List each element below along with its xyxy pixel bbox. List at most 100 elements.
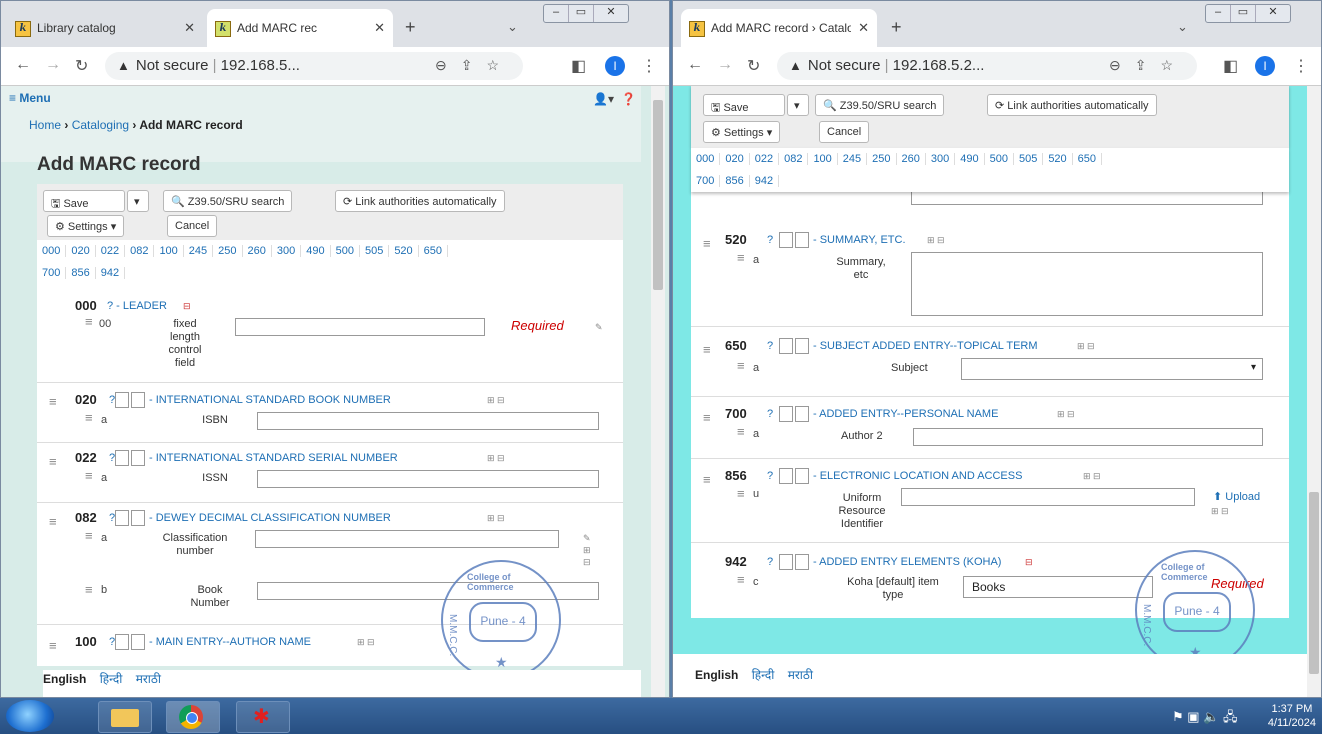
author-2-input[interactable]	[913, 428, 1263, 446]
close-icon[interactable]: ✕	[184, 20, 195, 36]
z3950-search-button[interactable]: 🔍 Z39.50/SRU search	[815, 94, 945, 116]
close-icon[interactable]: ✕	[374, 20, 385, 36]
tag-tab-020[interactable]: 020	[66, 245, 96, 257]
drag-handle-icon[interactable]: ≡	[737, 424, 745, 439]
indicator-1[interactable]	[779, 554, 793, 570]
breadcrumb-cataloging[interactable]: Cataloging	[72, 118, 129, 132]
tag-tab-000[interactable]: 000	[37, 245, 67, 257]
tag-tab-500[interactable]: 500	[330, 245, 360, 257]
drag-handle-icon[interactable]: ≡	[703, 342, 711, 357]
chevron-down-icon[interactable]: ⌄	[1177, 19, 1188, 35]
reload-icon[interactable]: ↻	[75, 56, 88, 76]
chrome-icon[interactable]	[166, 701, 220, 733]
tray-icons[interactable]: ⚑ ▣ 🔈 🖧	[1172, 708, 1237, 730]
link-authorities-button[interactable]: ⟳ Link authorities automatically	[987, 94, 1157, 116]
indicator-1[interactable]	[779, 406, 793, 422]
tag-tab-022[interactable]: 022	[749, 153, 780, 165]
lang-hindi[interactable]: हिन्दी	[752, 668, 775, 682]
address-bar[interactable]: ▲ Not secure | 192.168.5.2... ⊖⇪☆	[777, 52, 1197, 80]
settings-button[interactable]: ⚙ Settings ▾	[703, 121, 781, 143]
forward-icon[interactable]: →	[45, 56, 61, 74]
tag-tab-856[interactable]: 856	[66, 267, 96, 279]
tag-tab-100[interactable]: 100	[154, 245, 184, 257]
forward-icon[interactable]: →	[717, 56, 733, 74]
clock[interactable]: 1:37 PM 4/11/2024	[1268, 702, 1316, 730]
vertical-scrollbar[interactable]	[1307, 86, 1321, 697]
address-bar-icons[interactable]: ⊖⇪☆	[435, 57, 513, 74]
breadcrumb-home[interactable]: Home	[29, 118, 61, 132]
tag-tab-500[interactable]: 500	[984, 153, 1014, 165]
drag-handle-icon[interactable]: ≡	[737, 358, 745, 373]
tab-library-catalog[interactable]: k Library catalog ✕	[7, 9, 203, 47]
tag-tab-650[interactable]: 650	[1072, 153, 1103, 165]
tag-tab-022[interactable]: 022	[95, 245, 126, 257]
new-tab-icon[interactable]: +	[891, 17, 902, 38]
close-icon[interactable]: ✕	[858, 20, 869, 36]
tag-tab-245[interactable]: 245	[183, 245, 214, 257]
tag-tab-520[interactable]: 520	[389, 245, 419, 257]
address-bar-icons[interactable]: ⊖⇪☆	[1109, 57, 1187, 74]
save-button[interactable]: 🖫 Save	[43, 190, 125, 212]
indicator-1[interactable]	[779, 232, 793, 248]
tag-tab-942[interactable]: 942	[749, 175, 780, 187]
tag-tab-082[interactable]: 082	[779, 153, 809, 165]
back-icon[interactable]: ←	[15, 56, 31, 74]
tag-tab-520[interactable]: 520	[1043, 153, 1073, 165]
cancel-button[interactable]: Cancel	[167, 215, 218, 237]
tag-tab-300[interactable]: 300	[925, 153, 956, 165]
back-icon[interactable]: ←	[687, 56, 703, 74]
drag-handle-icon[interactable]: ≡	[703, 410, 711, 425]
drag-handle-icon[interactable]: ≡	[703, 236, 711, 251]
minimize-icon[interactable]: –	[1206, 5, 1231, 22]
lang-english[interactable]: English	[43, 672, 86, 686]
lang-marathi[interactable]: मराठी	[788, 668, 813, 682]
delete-field-icon[interactable]: ⊟	[1025, 557, 1033, 568]
browser-menu-icon[interactable]: ⋮	[641, 56, 657, 76]
help-icon[interactable]: ❓	[621, 92, 636, 106]
indicator-2[interactable]	[131, 450, 145, 466]
save-dropdown-button[interactable]: ▾	[787, 94, 809, 116]
repeat-field-icon[interactable]: ⊞ ⊟	[927, 235, 945, 246]
indicator-1[interactable]	[115, 392, 129, 408]
user-icon[interactable]: 👤▾	[593, 92, 614, 106]
browser-menu-icon[interactable]: ⋮	[1293, 56, 1309, 76]
drag-handle-icon[interactable]: ≡	[737, 250, 745, 265]
tag-tab-700[interactable]: 700	[37, 267, 67, 279]
tag-tab-250[interactable]: 250	[867, 153, 897, 165]
tag-tab-505[interactable]: 505	[359, 245, 390, 257]
classification-number-input[interactable]	[255, 530, 559, 548]
chevron-down-icon[interactable]: ⌄	[507, 19, 518, 35]
upload-button[interactable]: ⬆ Upload	[1213, 490, 1260, 503]
tag-tab-300[interactable]: 300	[271, 245, 302, 257]
drag-handle-icon[interactable]: ≡	[49, 454, 57, 469]
drag-handle-icon[interactable]: ≡	[85, 468, 93, 483]
side-panel-icon[interactable]: ◧	[1223, 56, 1238, 76]
close-window-icon[interactable]: ✕	[594, 5, 628, 22]
reload-icon[interactable]: ↻	[747, 56, 760, 76]
drag-handle-icon[interactable]: ≡	[85, 582, 93, 597]
repeat-field-icon[interactable]: ⊞ ⊟	[487, 513, 505, 524]
indicator-1[interactable]	[115, 510, 129, 526]
save-button[interactable]: 🖫 Save	[703, 94, 785, 116]
close-window-icon[interactable]: ✕	[1256, 5, 1290, 22]
tag-tab-020[interactable]: 020	[720, 153, 750, 165]
issn-input[interactable]	[257, 470, 599, 488]
save-dropdown-button[interactable]: ▾	[127, 190, 149, 212]
indicator-2[interactable]	[131, 634, 145, 650]
drag-handle-icon[interactable]: ≡	[49, 394, 57, 409]
scrollbar-thumb[interactable]	[653, 100, 663, 290]
vertical-scrollbar[interactable]	[651, 86, 665, 697]
new-tab-icon[interactable]: +	[405, 17, 416, 38]
menu-toggle[interactable]: ≡ Menu	[9, 91, 51, 105]
start-button[interactable]	[6, 700, 54, 732]
indicator-1[interactable]	[779, 468, 793, 484]
edit-icon[interactable]: ✎	[595, 322, 603, 333]
lang-marathi[interactable]: मराठी	[136, 672, 161, 686]
repeat-field-icon[interactable]: ⊞ ⊟	[487, 395, 505, 406]
summary-textarea[interactable]	[911, 252, 1263, 316]
drag-handle-icon[interactable]: ≡	[703, 472, 711, 487]
link-authorities-button[interactable]: ⟳ Link authorities automatically	[335, 190, 505, 212]
indicator-1[interactable]	[115, 634, 129, 650]
profile-avatar[interactable]: I	[605, 56, 625, 76]
indicator-1[interactable]	[115, 450, 129, 466]
